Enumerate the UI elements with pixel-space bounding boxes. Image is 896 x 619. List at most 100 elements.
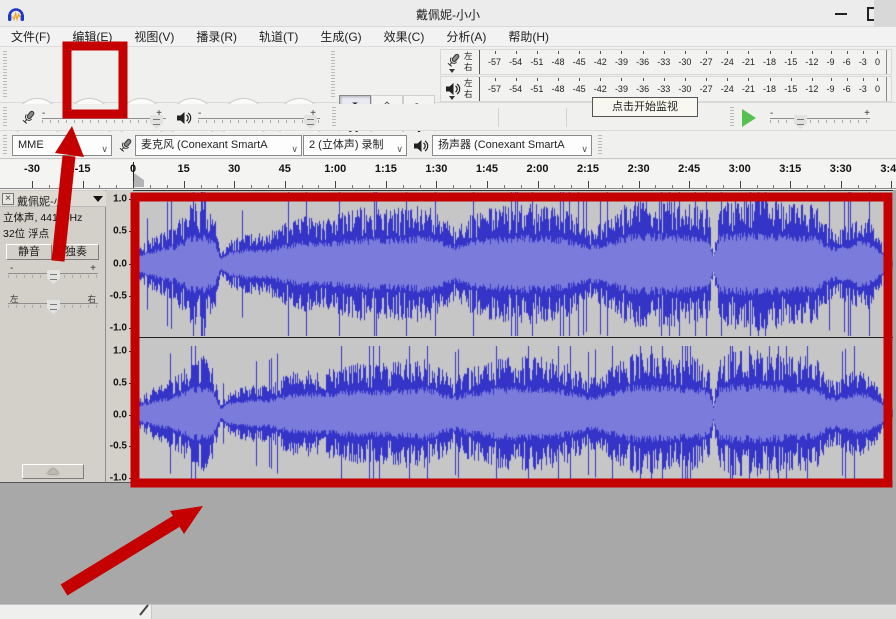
track-gain-slider[interactable]: - + xyxy=(8,266,98,280)
timeline-major-tick xyxy=(184,181,185,188)
timeline-minor-tick xyxy=(655,185,656,188)
vertical-ruler[interactable]: 1.00.50.0-0.5-1.01.00.50.0-0.5-1.0 xyxy=(106,190,133,483)
playback-device-select[interactable]: 扬声器 (Conexant SmartA∨ xyxy=(432,135,592,156)
playback-volume-thumb[interactable] xyxy=(304,115,317,129)
track-gain-thumb[interactable] xyxy=(47,270,60,284)
amplitude-label: 1.0 xyxy=(113,194,127,205)
device-speaker-icon xyxy=(413,138,429,154)
meter-scale-value: -57 xyxy=(488,82,501,96)
mixer-microphone-icon xyxy=(20,109,36,127)
track-header[interactable]: × 戴佩妮-小 xyxy=(0,191,106,207)
timeline-minor-tick xyxy=(116,185,117,188)
edit-grip[interactable] xyxy=(332,107,336,128)
playback-speed-thumb[interactable] xyxy=(794,115,807,129)
menu-file[interactable]: 文件(F) xyxy=(0,27,61,47)
mixer-speaker-icon xyxy=(176,110,192,126)
toolbar-row-2: - + - + ✂ xyxy=(0,104,896,131)
timeline-major-tick xyxy=(133,181,134,188)
meter-scale-value: -45 xyxy=(573,82,586,96)
audio-host-select[interactable]: MME∨ xyxy=(12,135,112,156)
playback-volume-slider[interactable]: - + xyxy=(198,111,320,125)
timeline-label: 1:00 xyxy=(324,163,346,175)
recording-channels-select[interactable]: 2 (立体声) 录制∨ xyxy=(303,135,407,156)
meter-scale-value: -6 xyxy=(843,82,851,96)
menu-analyze[interactable]: 分析(A) xyxy=(435,27,497,47)
timeline-minor-tick xyxy=(251,185,252,188)
transcription-grip[interactable] xyxy=(730,107,734,128)
playback-speed-slider[interactable]: - + xyxy=(770,111,870,125)
recording-meter[interactable]: 左右 -57-54-51-48-45-42-39-36-33-30-27-24-… xyxy=(440,49,892,75)
meter-scale-value: -3 xyxy=(859,55,867,69)
scrollbar-trough[interactable] xyxy=(151,605,896,619)
meter-scale-value: -12 xyxy=(805,82,818,96)
meter-scale-value: -33 xyxy=(657,55,670,69)
recording-device-select[interactable]: 麦克风 (Conexant SmartA∨ xyxy=(135,135,302,156)
timeline-minor-tick xyxy=(150,185,151,188)
solo-button[interactable]: 独奏 xyxy=(53,244,99,260)
timeline-minor-tick xyxy=(470,185,471,188)
timeline-major-tick xyxy=(285,181,286,188)
meter-scale-value: -21 xyxy=(742,82,755,96)
timeline-ruler[interactable]: -30-1501530451:001:151:301:452:002:152:3… xyxy=(0,160,896,189)
horizontal-scrollbar[interactable] xyxy=(0,604,896,619)
waveform-channel-left[interactable] xyxy=(133,192,893,336)
meter-scale-value: -12 xyxy=(805,55,818,69)
meter-scale-value: -9 xyxy=(827,82,835,96)
transport-grip[interactable] xyxy=(3,51,7,99)
minimize-button[interactable] xyxy=(826,0,856,26)
device-end-grip[interactable] xyxy=(598,135,602,156)
audacity-window: 戴佩妮-小小 文件(F)编辑(E)视图(V)播录(R)轨道(T)生成(G)效果(… xyxy=(0,0,896,619)
timeline-minor-tick xyxy=(554,185,555,188)
timeline-label: -15 xyxy=(75,163,91,175)
menu-tracks[interactable]: 轨道(T) xyxy=(248,27,309,47)
timeline-label: 1:45 xyxy=(476,163,498,175)
menu-edit[interactable]: 编辑(E) xyxy=(61,27,123,47)
mute-button[interactable]: 静音 xyxy=(6,244,52,260)
playback-meter-scale: -57-54-51-48-45-42-39-36-33-30-27-24-21-… xyxy=(488,82,880,96)
close-button[interactable] xyxy=(874,0,896,27)
amplitude-label: -1.0 xyxy=(110,323,127,334)
track-name[interactable]: 戴佩妮-小 xyxy=(17,193,87,209)
amplitude-label: 0.5 xyxy=(113,377,127,388)
mixer-grip[interactable] xyxy=(3,107,7,128)
play-at-speed-button[interactable] xyxy=(738,108,760,127)
track-menu-icon[interactable] xyxy=(93,196,103,202)
amplitude-label: 0.0 xyxy=(113,258,127,269)
waveform-channel-right[interactable] xyxy=(133,346,893,481)
menu-help[interactable]: 帮助(H) xyxy=(497,27,560,47)
meter-scale-value: -42 xyxy=(594,55,607,69)
meter-scale-value: 0 xyxy=(875,55,880,69)
timeline-label: -30 xyxy=(24,163,40,175)
menu-transport[interactable]: 播录(R) xyxy=(185,27,248,47)
window-title: 戴佩妮-小小 xyxy=(0,6,896,23)
menu-view[interactable]: 视图(V) xyxy=(123,27,185,47)
track-collapse-button[interactable] xyxy=(22,464,84,479)
track-pan-thumb[interactable] xyxy=(47,300,60,314)
track-area: × 戴佩妮-小 立体声, 44100Hz 32位 浮点 静音 独奏 - + 左 … xyxy=(0,190,896,604)
timeline-major-tick xyxy=(335,181,336,188)
chevron-down-icon: ∨ xyxy=(581,140,588,156)
chevron-down-icon: ∨ xyxy=(291,140,298,156)
timeline-minor-tick xyxy=(420,185,421,188)
meter-scale-value: -54 xyxy=(509,55,522,69)
menu-effect[interactable]: 效果(C) xyxy=(373,27,436,47)
device-grip[interactable] xyxy=(3,135,7,156)
meter-scale-value: -51 xyxy=(530,82,543,96)
meter-dropdown-icon[interactable] xyxy=(449,96,455,100)
meter-scale-value: -48 xyxy=(551,55,564,69)
track-pan-slider[interactable]: 左 右 xyxy=(8,296,98,310)
recording-volume-thumb[interactable] xyxy=(150,115,163,129)
meter-scale-value: -6 xyxy=(843,55,851,69)
timeline-major-tick xyxy=(436,181,437,188)
meter-scale-value: -42 xyxy=(594,82,607,96)
toolbar-row-1: I ✎ ↔ ✱ xyxy=(0,47,896,103)
playhead-flag-icon[interactable] xyxy=(134,173,144,187)
track-close-button[interactable]: × xyxy=(2,193,14,205)
recording-volume-slider[interactable]: - + xyxy=(42,111,166,125)
tools-grip[interactable] xyxy=(331,51,335,99)
meter-dropdown-icon[interactable] xyxy=(449,69,455,73)
chevron-down-icon: ∨ xyxy=(396,140,403,156)
meter-scale-value: -51 xyxy=(530,55,543,69)
meter-scale-value: -9 xyxy=(827,55,835,69)
menu-generate[interactable]: 生成(G) xyxy=(309,27,372,47)
